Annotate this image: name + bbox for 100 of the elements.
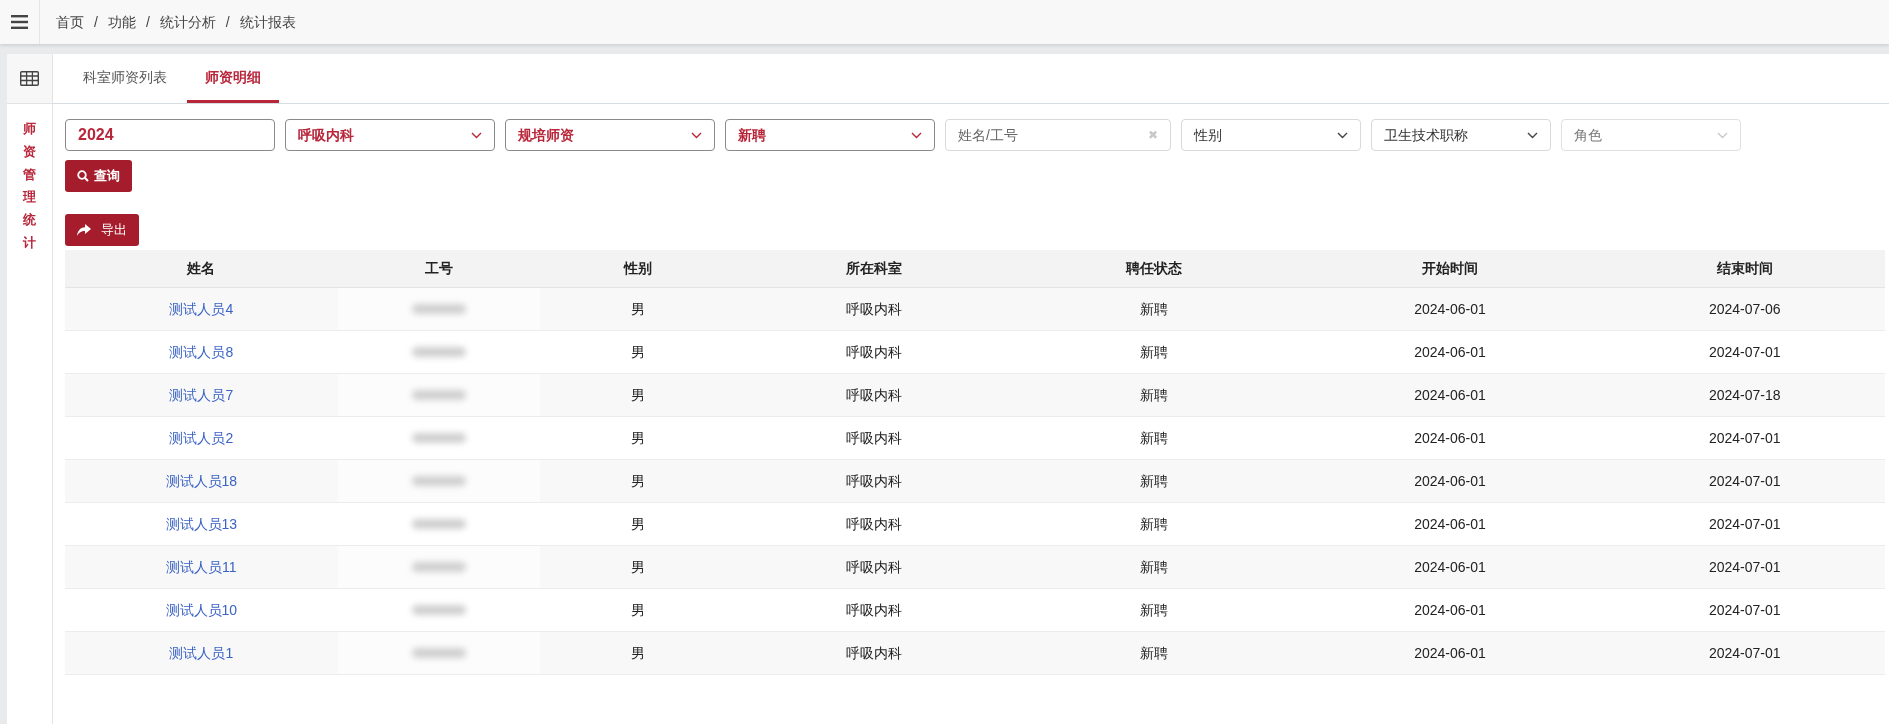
table-cell-text: 呼吸内科: [846, 299, 903, 319]
blurred-text: [411, 476, 466, 486]
blurred-text: [411, 519, 466, 529]
breadcrumb-separator: /: [94, 12, 98, 32]
table-cell-text: 2024-06-01: [1414, 514, 1486, 534]
table-cell-text: 2024-07-18: [1708, 385, 1781, 405]
table-cell-text: 男: [630, 385, 645, 405]
dropdown-value: 性别: [1194, 125, 1222, 145]
dropdown[interactable]: 性别: [1181, 119, 1361, 151]
table-cell-text: 男: [630, 600, 645, 620]
table-cell-text: 男: [630, 428, 645, 448]
table-cell-text: 2024-06-01: [1414, 557, 1486, 577]
column-header: 结束时间: [1716, 259, 1773, 278]
blurred-text: [411, 562, 466, 572]
dropdown[interactable]: 新聘: [725, 119, 935, 151]
dropdown[interactable]: 卫生技术职称: [1371, 119, 1551, 151]
export-button[interactable]: 导出: [65, 214, 139, 246]
table-icon: [20, 71, 39, 86]
chevron-down-icon: [1717, 131, 1728, 139]
column-header: 性别: [623, 259, 652, 278]
dropdown-value: 新聘: [738, 125, 766, 145]
name-link[interactable]: 测试人员10: [165, 599, 238, 621]
dropdown[interactable]: 呼吸内科: [285, 119, 495, 151]
table-cell-text: 2024-07-01: [1708, 342, 1781, 362]
table-cell-text: 2024-06-01: [1414, 643, 1486, 663]
tab[interactable]: 科室师资列表: [65, 54, 185, 103]
table-cell-text: 2024-07-01: [1708, 600, 1781, 620]
chevron-down-icon: [911, 131, 922, 139]
table-cell-text: 男: [630, 471, 645, 491]
blurred-text: [411, 433, 466, 443]
table-cell-text: 2024-06-01: [1414, 600, 1486, 620]
breadcrumb-item[interactable]: 首页: [56, 11, 84, 33]
table-cell-text: 新聘: [1140, 428, 1169, 448]
breadcrumb-item[interactable]: 统计分析: [159, 11, 216, 33]
table-cell-text: 呼吸内科: [846, 385, 903, 405]
placeholder-text: 姓名/工号: [958, 125, 1018, 145]
breadcrumb-item[interactable]: 功能: [107, 11, 136, 33]
table-cell-text: 男: [630, 299, 645, 319]
table-cell-text: 新聘: [1140, 342, 1169, 362]
column-header: 开始时间: [1422, 259, 1479, 278]
name-link[interactable]: 测试人员1: [169, 642, 234, 664]
table-cell-text: 呼吸内科: [846, 600, 903, 620]
table-cell-text: 呼吸内科: [846, 643, 903, 663]
table-cell-text: 2024-06-01: [1414, 385, 1486, 405]
name-link[interactable]: 测试人员2: [169, 427, 234, 449]
column-header: 所在科室: [846, 259, 903, 278]
chevron-down-icon: [1527, 131, 1538, 139]
menu-icon[interactable]: [11, 15, 28, 29]
table-cell-text: 2024-07-06: [1708, 299, 1781, 319]
breadcrumb-separator: /: [145, 12, 150, 32]
table-cell-text: 2024-07-01: [1708, 471, 1781, 491]
name-link[interactable]: 测试人员8: [169, 341, 234, 363]
column-header: 工号: [424, 259, 453, 278]
tab[interactable]: 师资明细: [187, 54, 279, 103]
table-cell-text: 男: [630, 342, 645, 362]
year-field[interactable]: 2024: [65, 119, 275, 151]
dropdown[interactable]: 规培师资: [505, 119, 715, 151]
dropdown-value: 卫生技术职称: [1384, 125, 1468, 145]
table-cell-text: 新聘: [1140, 643, 1169, 663]
name-link[interactable]: 测试人员4: [169, 298, 234, 320]
name-link[interactable]: 测试人员7: [169, 384, 234, 406]
table-cell-text: 2024-07-01: [1708, 514, 1781, 534]
table-cell-text: 男: [630, 514, 645, 534]
dropdown-value: 规培师资: [518, 125, 574, 145]
side-label: 师资管理统计: [23, 120, 36, 252]
breadcrumb-item[interactable]: 统计报表: [239, 11, 296, 33]
table-cell-text: 呼吸内科: [846, 514, 903, 534]
table-cell-text: 新聘: [1140, 514, 1169, 534]
table-cell-text: 2024-07-01: [1708, 557, 1781, 577]
table-cell-text: 新聘: [1140, 299, 1169, 319]
column-header: 姓名: [187, 259, 216, 278]
blurred-text: [411, 605, 466, 615]
dropdown-value: 角色: [1574, 125, 1602, 145]
blurred-text: [411, 347, 466, 357]
table-cell-text: 2024-07-01: [1708, 428, 1781, 448]
search-field[interactable]: 姓名/工号 ✖: [945, 119, 1171, 151]
query-button[interactable]: 查询: [65, 160, 132, 192]
blurred-text: [411, 390, 466, 400]
table-cell-text: 2024-07-01: [1708, 643, 1781, 663]
blurred-text: [411, 304, 466, 314]
breadcrumb-separator: /: [225, 12, 230, 32]
table-cell-text: 新聘: [1140, 471, 1169, 491]
share-arrow-icon: [77, 224, 91, 236]
table-cell-text: 呼吸内科: [846, 471, 903, 491]
dropdown-value: 呼吸内科: [298, 125, 354, 145]
table-cell-text: 新聘: [1140, 385, 1169, 405]
table-cell-text: 新聘: [1140, 557, 1169, 577]
name-link[interactable]: 测试人员11: [166, 556, 237, 578]
table-cell-text: 2024-06-01: [1414, 299, 1486, 319]
table-cell-text: 男: [630, 557, 645, 577]
table-cell-text: 2024-06-01: [1414, 342, 1486, 362]
chevron-down-icon: [471, 131, 482, 139]
name-link[interactable]: 测试人员13: [165, 513, 238, 535]
table-cell-text: 男: [630, 643, 645, 663]
name-link[interactable]: 测试人员18: [165, 470, 238, 492]
table-cell-text: 2024-06-01: [1414, 471, 1486, 491]
table-cell-text: 新聘: [1140, 600, 1169, 620]
chevron-down-icon: [1337, 131, 1348, 139]
column-header: 聘任状态: [1126, 259, 1183, 278]
blurred-text: [411, 648, 466, 658]
